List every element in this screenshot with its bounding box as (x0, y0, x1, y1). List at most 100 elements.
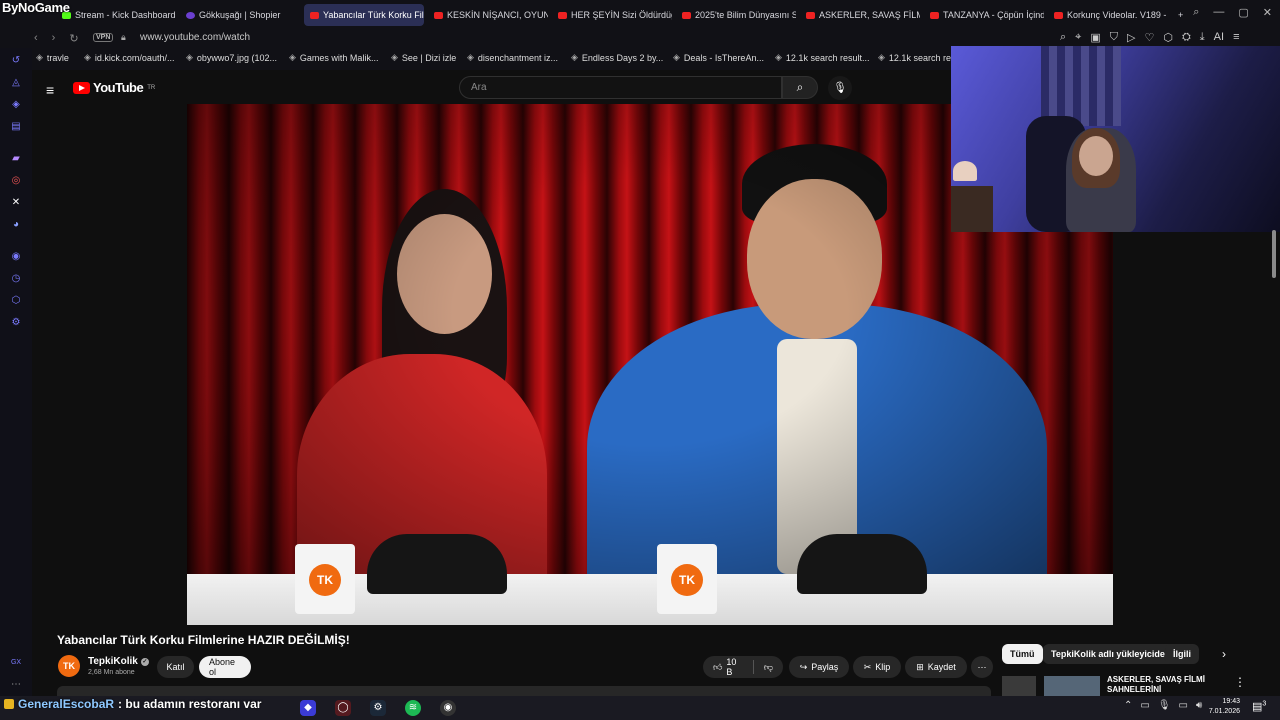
download-icon[interactable]: ⤓ (1200, 31, 1205, 44)
bookmark-item[interactable]: ◈ See | Dizi izle (391, 52, 456, 63)
like-divider (752, 660, 754, 674)
tray-volume-icon[interactable]: 🔊︎ (1196, 700, 1202, 711)
tray-mic-icon[interactable]: 🎙︎ (1158, 700, 1171, 711)
chat-username: GeneralEscobaR (18, 697, 115, 711)
pin-icon[interactable]: ⌖ (1075, 31, 1081, 44)
dislike-icon[interactable]: 👎︎ (764, 662, 773, 673)
bookmark-item[interactable]: ◈ travle (36, 52, 69, 63)
search-tabs-icon[interactable]: ⌕ (1193, 6, 1199, 19)
bookmark-label: 12.1k search res (888, 52, 956, 63)
bookmark-item[interactable]: ◈ Deals - IsThereAn... (673, 52, 764, 63)
shield-icon[interactable]: ⛉ (1110, 31, 1118, 44)
recommendation-title[interactable]: ASKERLER, SAVAŞ FİLMİ SAHNELERİNİ YORUML… (1107, 675, 1223, 696)
settings-icon[interactable]: ⚙ (10, 317, 22, 329)
subscribe-button[interactable]: Abone ol (199, 656, 251, 678)
browser-tab[interactable]: Gökkuşağı | Shopier (180, 4, 300, 26)
menu-icon[interactable]: ≡ (1233, 31, 1239, 44)
minimize-button[interactable]: — (1213, 6, 1224, 19)
channel-avatar[interactable]: TK (58, 655, 80, 677)
clock-icon[interactable]: ◷ (10, 273, 22, 285)
tray-network-icon[interactable]: ▭ (1179, 700, 1188, 711)
messenger-icon[interactable]: ▤ (10, 121, 22, 133)
lock-icon[interactable]: 🔒︎ (121, 32, 126, 43)
share-button[interactable]: ↪ Paylaş (789, 656, 849, 678)
tray-display-icon[interactable]: ▭ (1140, 700, 1149, 711)
snapshot-icon[interactable]: ▣ (1090, 31, 1100, 44)
browser-tab[interactable]: 2025'te Bilim Dünyasını Sarsan (676, 4, 796, 26)
search-box[interactable] (459, 76, 782, 99)
aria-icon[interactable]: ◬ (10, 77, 22, 89)
bookmark-item[interactable]: ◈ Games with Malik... (289, 52, 378, 63)
forward-icon[interactable]: › (52, 32, 56, 45)
clip-button[interactable]: ✂ Klip (853, 656, 901, 678)
like-icon[interactable]: 👍︎ (713, 662, 722, 673)
bookmark-item[interactable]: ◈ obywwo7.jpg (102... (186, 52, 277, 63)
bookmark-item[interactable]: ◈ disenchantment iz... (467, 52, 558, 63)
search-input[interactable] (471, 82, 771, 93)
reload-icon[interactable]: ↻ (69, 32, 78, 45)
bookmark-label: id.kick.com/oauth/... (94, 52, 175, 63)
twitch-icon[interactable]: ▰ (10, 153, 22, 165)
player-sidebar-icon[interactable]: ◉ (10, 251, 22, 263)
more-actions-button[interactable]: ⋯ (971, 656, 993, 678)
aria-ai-button[interactable]: AI (1214, 31, 1224, 44)
steam-icon[interactable]: ⚙ (370, 700, 386, 716)
cube-icon[interactable]: ⬡ (10, 295, 22, 307)
filter-chip[interactable]: İlgili (1165, 644, 1199, 664)
discord-icon[interactable]: ◕ (10, 219, 22, 231)
extensions-icon[interactable]: ⬡ (1163, 31, 1173, 44)
youtube-logo[interactable]: YouTube TR (73, 80, 155, 95)
gamepad-icon[interactable]: ◈ (10, 99, 22, 111)
recommendation-thumbnail[interactable] (1044, 676, 1100, 696)
page-scrollbar[interactable] (1272, 230, 1276, 278)
browser-tab[interactable]: ASKERLER, SAVAŞ FİLMİ (800, 4, 920, 26)
taskbar-clock[interactable]: 19:43 7.01.2026 (1204, 697, 1240, 717)
instagram-icon[interactable]: ◎ (10, 175, 22, 187)
back-icon[interactable]: ‹ (34, 32, 38, 45)
channel-name[interactable]: TepkiKolik (88, 656, 138, 667)
history-icon[interactable]: ↺ (10, 55, 22, 67)
url-field[interactable]: www.youtube.com/watch (140, 32, 250, 43)
filter-chip[interactable]: Tümü (1002, 644, 1043, 664)
browser-tab[interactable]: Stream - Kick Dashboard (56, 4, 176, 26)
new-tab-button[interactable]: + (1172, 4, 1190, 26)
obs-icon[interactable]: ◉ (440, 700, 456, 716)
bookmark-item[interactable]: ◈ id.kick.com/oauth/... (84, 52, 174, 63)
bookmark-heart-icon[interactable]: ♡ (1145, 31, 1155, 44)
browser-tab[interactable]: Korkunç Videolar. V189 - (1048, 4, 1168, 26)
zoom-icon[interactable]: ⌕ (1060, 31, 1066, 44)
youtube-favicon-icon (930, 11, 939, 19)
channel-name-row[interactable]: TepkiKolik ✓ (88, 656, 149, 667)
browser-tab[interactable]: KESKİN NİŞANCI, OYUNU (428, 4, 548, 26)
maximize-button[interactable]: ▢ (1238, 6, 1248, 19)
player-icon[interactable]: ▷ (1127, 31, 1135, 44)
recommendation-thumbnail-partial[interactable] (1002, 676, 1036, 696)
like-count[interactable]: 10 B (726, 657, 743, 677)
browser-tab[interactable]: HER ŞEYİN Sizi Öldürdüğü (552, 4, 672, 26)
gx-icon[interactable]: GX (10, 657, 22, 669)
voice-search-button[interactable]: 🎙︎ (828, 76, 852, 100)
vpn-badge[interactable]: VPN (93, 33, 114, 42)
easy-setup-icon[interactable]: ⛭ (1182, 31, 1191, 44)
app-icon-launcher[interactable]: ◆ (300, 700, 316, 716)
sidebar-more-icon[interactable]: ⋯ (10, 679, 22, 691)
filter-chip[interactable]: TepkiKolik adlı yükleyiciden (1043, 644, 1179, 664)
bookmark-item[interactable]: ◈ 12.1k search res (878, 52, 955, 63)
notification-center[interactable]: ▤3 (1252, 700, 1266, 713)
save-label: Kaydet (927, 662, 956, 672)
close-window-button[interactable]: ✕ (1263, 6, 1272, 19)
bookmark-item[interactable]: ◈ 12.1k search result... (775, 52, 869, 63)
join-button[interactable]: Katıl (157, 656, 194, 678)
browser-tab[interactable]: TANZANYA - Çöpün İçinde (924, 4, 1044, 26)
browser-tab[interactable]: Yabancılar Türk Korku Filmlerine (304, 4, 424, 26)
tray-chevron-icon[interactable]: ⌃ (1124, 700, 1132, 711)
recommendation-menu-icon[interactable]: ⋮ (1234, 675, 1246, 689)
chevron-right-icon[interactable]: › (1222, 647, 1226, 661)
spotify-icon[interactable]: ≋ (405, 700, 421, 716)
opera-gx-icon[interactable]: ◯ (335, 700, 351, 716)
hamburger-menu-icon[interactable]: ≡ (46, 82, 54, 98)
search-button[interactable]: ⌕ (782, 76, 818, 99)
save-button[interactable]: ⊞ Kaydet (905, 656, 967, 678)
x-icon[interactable]: ✕ (10, 197, 22, 209)
bookmark-item[interactable]: ◈ Endless Days 2 by... (571, 52, 663, 63)
